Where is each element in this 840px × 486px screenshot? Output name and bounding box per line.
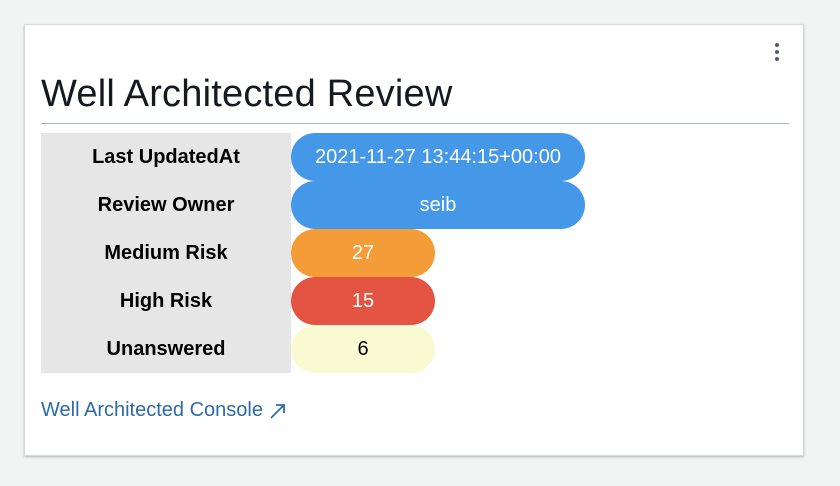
vertical-ellipsis-icon-dot	[775, 57, 779, 61]
row-label-review-owner: Review Owner	[41, 181, 291, 229]
review-owner-value: seib	[291, 181, 585, 229]
medium-risk-badge: 27	[291, 229, 435, 277]
widget-title: Well Architected Review	[41, 73, 453, 115]
last-updated-value: 2021-11-27 13:44:15+00:00	[291, 133, 585, 181]
well-architected-console-link[interactable]: Well Architected Console	[41, 399, 287, 422]
row-label-medium-risk: Medium Risk	[41, 229, 291, 277]
row-label-last-updated: Last UpdatedAt	[41, 133, 291, 181]
external-link-icon	[269, 402, 287, 420]
high-risk-badge: 15	[291, 277, 435, 325]
widget-actions-menu-button[interactable]	[768, 41, 786, 63]
row-label-high-risk: High Risk	[41, 277, 291, 325]
title-divider	[41, 123, 789, 124]
console-link-label: Well Architected Console	[41, 399, 263, 421]
vertical-ellipsis-icon-dot	[775, 50, 779, 54]
unanswered-badge: 6	[291, 325, 435, 373]
vertical-ellipsis-icon	[775, 43, 779, 47]
row-label-unanswered: Unanswered	[41, 325, 291, 373]
well-architected-widget: Well Architected Review Last UpdatedAt 2…	[24, 24, 804, 456]
